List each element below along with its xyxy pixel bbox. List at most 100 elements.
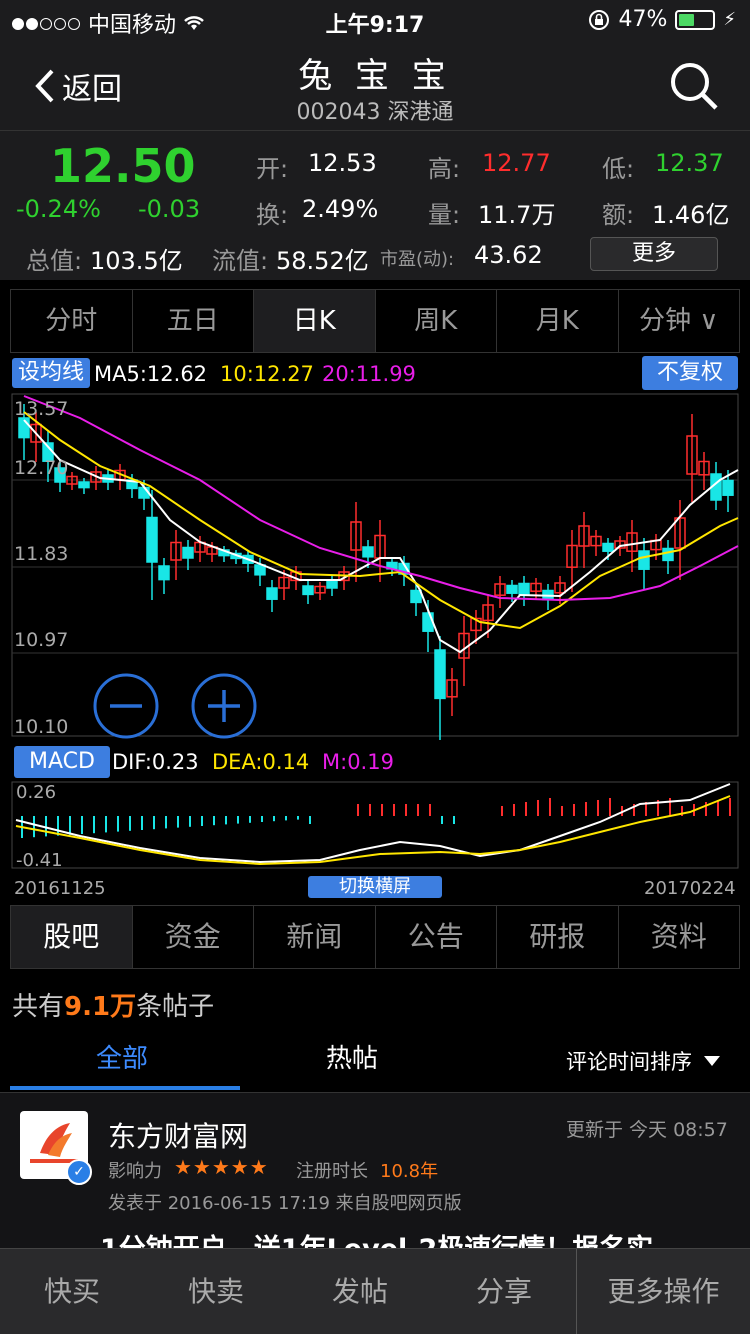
change-percent: -0.24% xyxy=(16,195,101,223)
tab-all-underline xyxy=(10,1086,240,1090)
bottom-action-2[interactable]: 发帖 xyxy=(288,1249,432,1334)
candle-body xyxy=(182,546,194,559)
tab-news-3[interactable]: 公告 xyxy=(376,906,497,968)
nav-bar: 返回 兔 宝 宝 002043 深港通 xyxy=(0,40,750,130)
macd-top-tick: 0.26 xyxy=(16,782,57,803)
open-label: 开: xyxy=(256,155,289,183)
search-icon[interactable] xyxy=(668,60,720,112)
zoom-in-icon[interactable] xyxy=(190,672,258,740)
macd-button[interactable]: MACD xyxy=(14,746,110,778)
candle-body xyxy=(422,612,434,632)
candle-body xyxy=(410,589,422,604)
post-count-prefix: 共有 xyxy=(12,992,65,1022)
float-value: 58.52亿 xyxy=(276,247,369,275)
news-tabs: 股吧 资金 新闻 公告 研报 资料 xyxy=(10,905,740,969)
end-date: 20170224 xyxy=(644,878,736,899)
amount-value: 1.46亿 xyxy=(652,201,730,229)
amount-label: 额: xyxy=(602,201,635,229)
author-name[interactable]: 东方财富网 xyxy=(108,1115,248,1155)
ma20-value: 20:11.99 xyxy=(322,362,416,386)
candle-body xyxy=(722,479,734,496)
turnover-label: 换: xyxy=(256,201,289,229)
tab-all[interactable]: 全部 xyxy=(96,1038,148,1075)
m-value: M:0.19 xyxy=(322,750,394,774)
float-label: 流值: xyxy=(212,247,269,275)
post-count-suffix: 条帖子 xyxy=(136,992,215,1022)
post-item[interactable]: ✓ 东方财富网 更新于 今天 08:57 影响力 ★★★★★ 注册时长 10.8… xyxy=(0,1092,750,1265)
stock-code: 002043 深港通 xyxy=(296,100,454,125)
verified-icon: ✓ xyxy=(66,1159,92,1185)
tab-news-1[interactable]: 资金 xyxy=(133,906,254,968)
influence-stars: ★★★★★ xyxy=(174,1155,269,1179)
candle-body xyxy=(518,582,530,595)
open-value: 12.53 xyxy=(308,149,377,177)
bottom-action-bar: 快买 快卖 发帖 分享 更多操作 xyxy=(0,1248,750,1334)
price-tick-3: 11.83 xyxy=(14,543,69,565)
dif-value: DIF:0.23 xyxy=(112,750,199,774)
price-tick-5: 10.10 xyxy=(14,716,69,738)
tab-news-2[interactable]: 新闻 xyxy=(254,906,376,968)
change-amount: -0.03 xyxy=(138,195,201,223)
tab-period-4[interactable]: 月K xyxy=(497,290,619,352)
ma20-line xyxy=(23,395,739,602)
start-date: 20161125 xyxy=(14,878,106,899)
current-price: 12.50 xyxy=(50,139,196,193)
battery-icon xyxy=(675,9,716,30)
stock-name: 兔 宝 宝 xyxy=(298,56,452,96)
candle-body xyxy=(266,587,278,600)
bottom-action-0[interactable]: 快买 xyxy=(0,1249,144,1334)
tab-period-2[interactable]: 日K xyxy=(254,290,376,352)
rotation-lock-icon xyxy=(589,9,610,30)
high-value: 12.77 xyxy=(482,149,551,177)
updated-time: 更新于 今天 08:57 xyxy=(566,1119,728,1141)
candle-body xyxy=(506,584,518,594)
volume-value: 11.7万 xyxy=(478,201,556,229)
landscape-button[interactable]: 切换横屏 xyxy=(308,876,442,898)
status-bar: 中国移动 上午9:17 47% ⚡ xyxy=(0,0,750,40)
tab-news-4[interactable]: 研报 xyxy=(497,906,619,968)
candle-body xyxy=(602,542,614,552)
influence-label: 影响力 xyxy=(108,1161,162,1182)
tab-period-1[interactable]: 五日 xyxy=(133,290,254,352)
sort-dropdown[interactable]: 评论时间排序 xyxy=(566,1046,720,1076)
candle-body xyxy=(78,481,90,489)
turnover-value: 2.49% xyxy=(302,195,379,223)
candle-body xyxy=(326,580,338,589)
dea-value: DEA:0.14 xyxy=(212,750,310,774)
more-button[interactable]: 更多 xyxy=(590,237,718,271)
tab-hot[interactable]: 热帖 xyxy=(326,1038,378,1075)
low-label: 低: xyxy=(602,155,635,183)
candle-body xyxy=(362,546,374,558)
quote-panel: 12.50 -0.24% -0.03 开: 12.53 高: 12.77 低: … xyxy=(0,130,750,280)
set-ma-button[interactable]: 设均线 xyxy=(12,358,90,388)
volume-label: 量: xyxy=(428,201,461,229)
adjust-button[interactable]: 不复权 xyxy=(642,356,738,390)
bottom-action-3[interactable]: 分享 xyxy=(432,1249,576,1334)
tab-news-0[interactable]: 股吧 xyxy=(11,906,133,968)
battery-percent: 47% xyxy=(618,7,668,32)
pe-value: 43.62 xyxy=(474,241,543,269)
macd-chart xyxy=(11,781,739,869)
mktcap-value: 103.5亿 xyxy=(90,247,183,275)
ma10-value: 10:12.27 xyxy=(220,362,314,386)
caret-down-icon xyxy=(704,1056,720,1066)
post-count: 共有9.1万条帖子 xyxy=(12,986,214,1023)
price-tick-4: 10.97 xyxy=(14,629,69,651)
period-tabs: 分时 五日 日K 周K 月K 分钟 ∨ xyxy=(10,289,740,353)
dif-line xyxy=(15,783,731,864)
tab-period-3[interactable]: 周K xyxy=(376,290,497,352)
tab-period-5[interactable]: 分钟 ∨ xyxy=(619,290,740,352)
low-value: 12.37 xyxy=(655,149,724,177)
candle-body xyxy=(434,649,446,700)
zoom-out-icon[interactable] xyxy=(92,672,160,740)
charging-icon: ⚡ xyxy=(723,9,736,30)
candle-body xyxy=(302,585,314,596)
bottom-action-4[interactable]: 更多操作 xyxy=(576,1249,750,1334)
tab-period-0[interactable]: 分时 xyxy=(11,290,133,352)
reg-value: 10.8年 xyxy=(380,1161,439,1182)
mktcap-label: 总值: xyxy=(26,247,83,275)
tab-news-5[interactable]: 资料 xyxy=(619,906,740,968)
high-label: 高: xyxy=(428,155,461,183)
ma5-value: MA5:12.62 xyxy=(94,362,208,386)
bottom-action-1[interactable]: 快卖 xyxy=(144,1249,288,1334)
